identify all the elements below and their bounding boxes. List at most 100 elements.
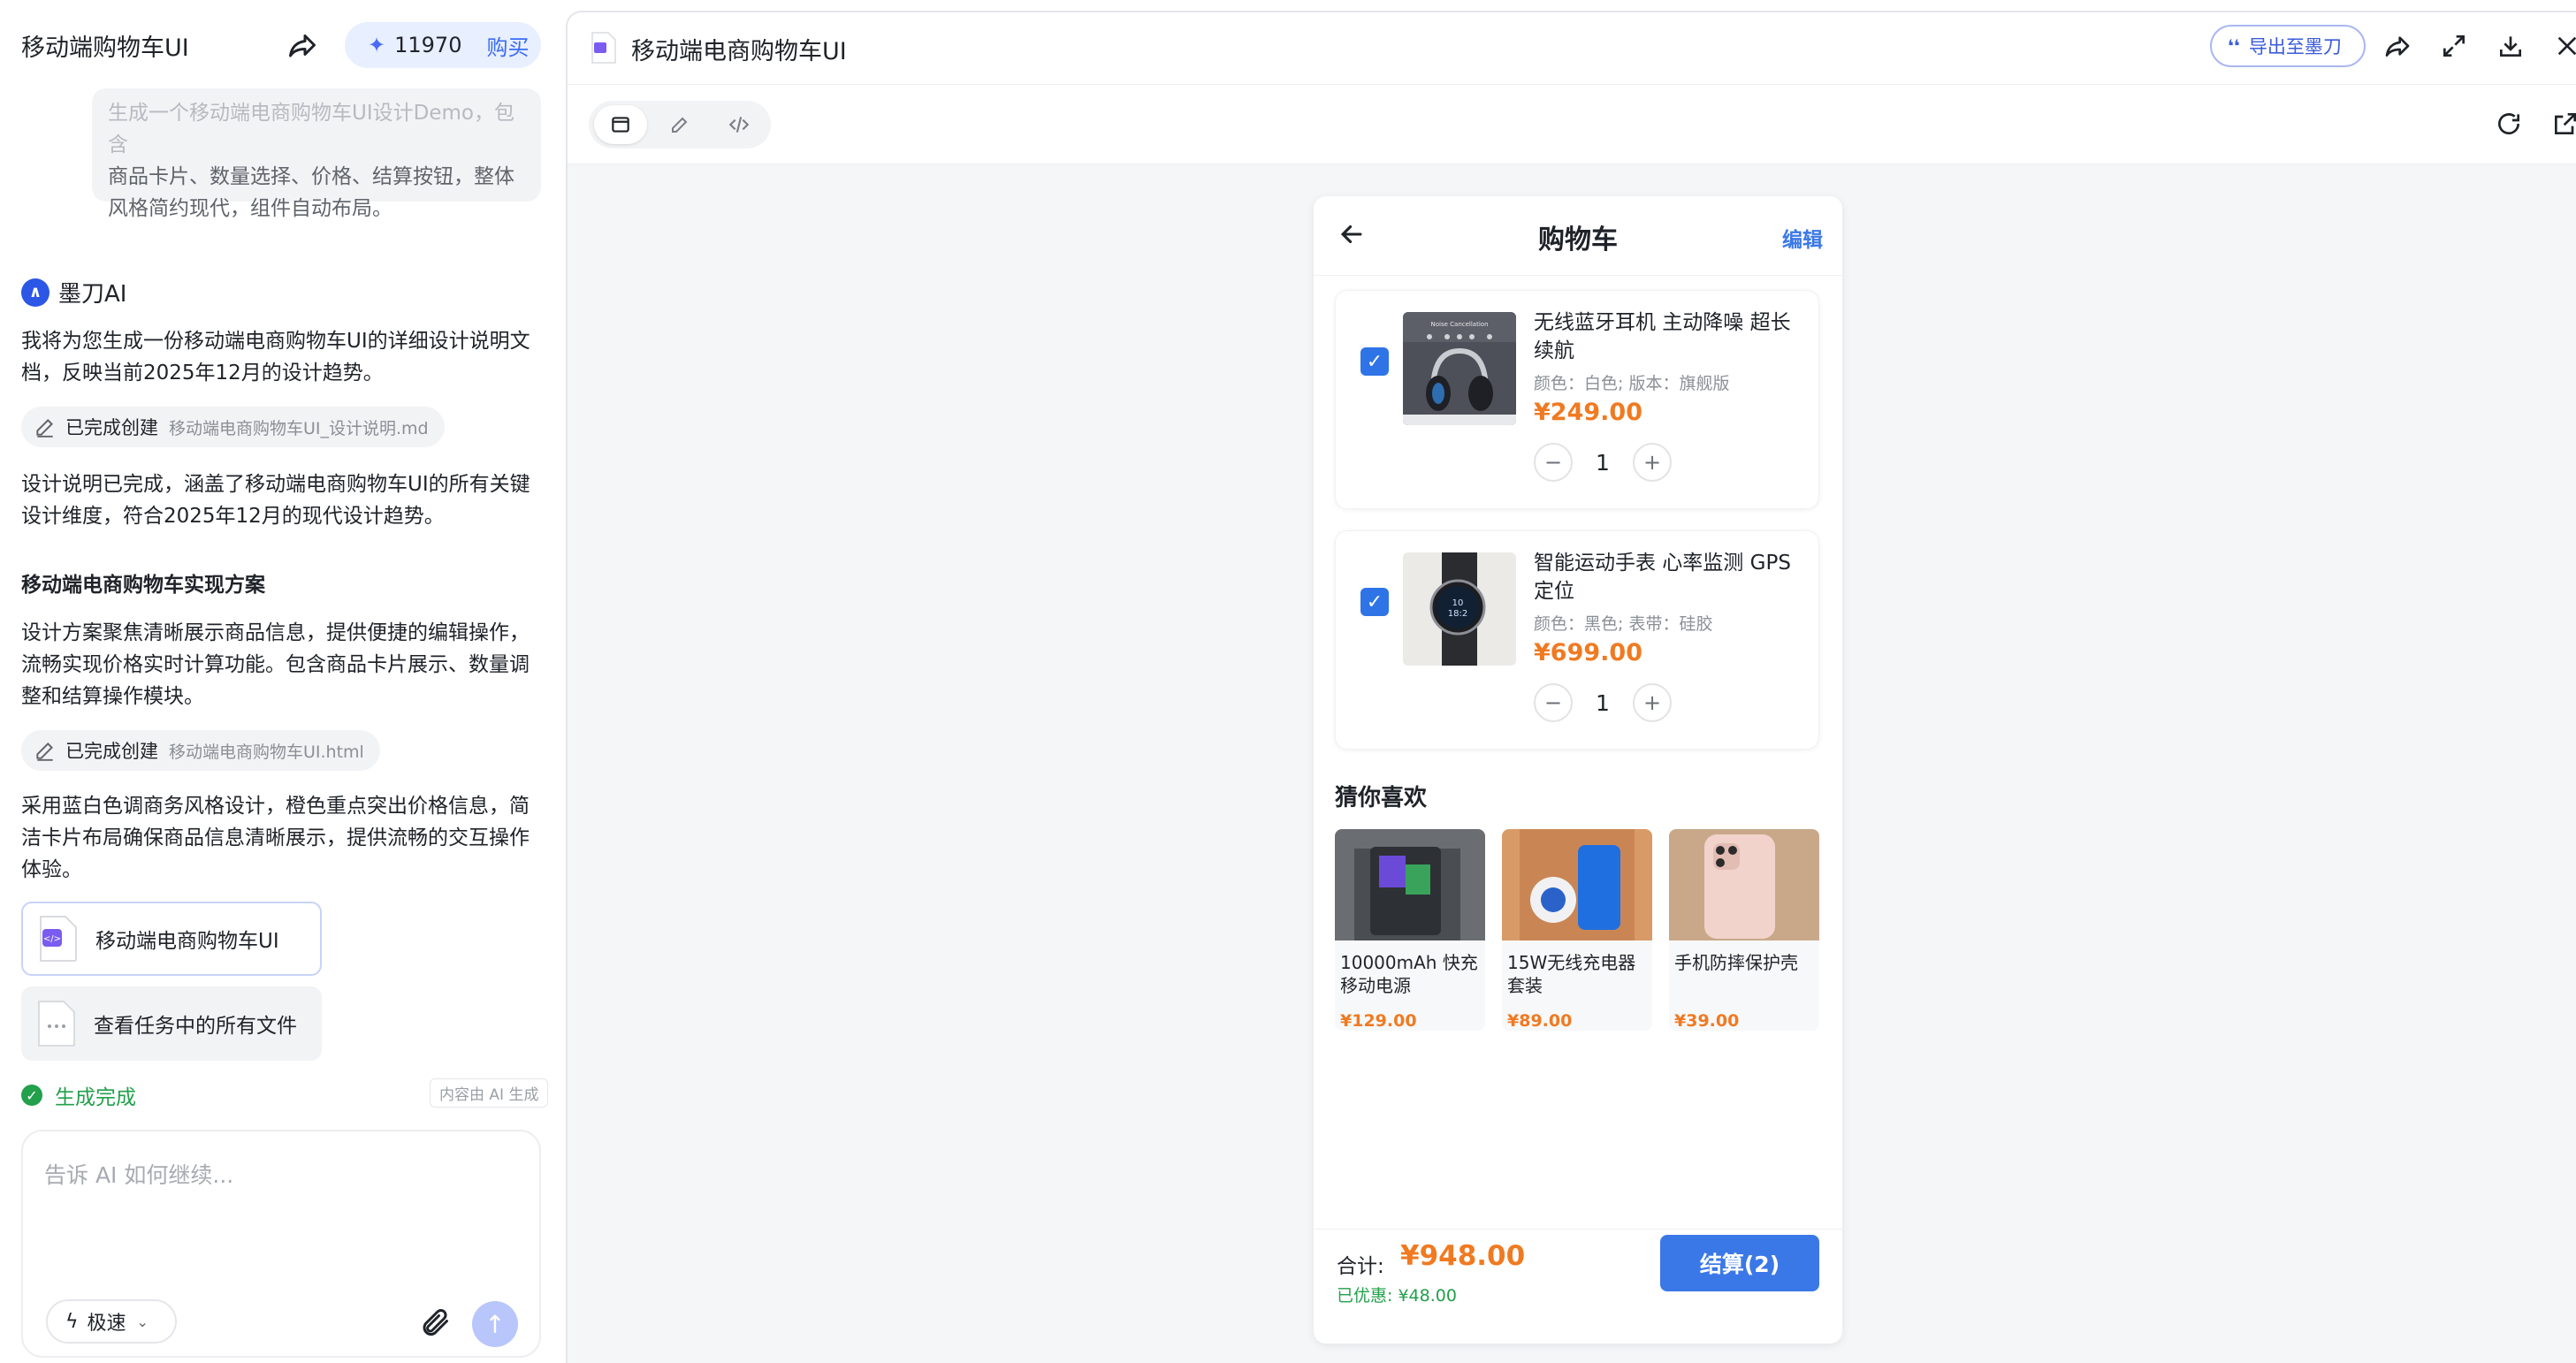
send-button[interactable]: ↑ [472,1301,518,1347]
prompt-faded-line: 生成一个移动端电商购物车UI设计Demo，包含 [108,102,514,156]
assistant-name: 墨刀AI [58,281,127,308]
cart-item-card: ✓ 10 18:2 智能运动手表 心率监测 GPS定位 颜色：黑色; 表带：硅胶… [1335,530,1819,750]
recommendation-card[interactable]: 手机防摔保护壳 ¥39.00 [1669,829,1819,1031]
chat-panel: 移动端购物车UI ✦ 11970 购买 生成一个移动端电商购物车UI设计Demo… [0,0,566,1363]
svg-text:</>: </> [43,934,61,944]
preview-mode-icon [612,117,629,133]
send-icon: ↑ [484,1309,506,1339]
pen-icon [36,419,53,438]
paperclip-icon[interactable] [419,1306,451,1338]
rec-name: 手机防摔保护壳 [1674,952,1798,973]
section-heading: 移动端电商购物车实现方案 [21,574,265,597]
bolt-icon: ϟ [65,1310,79,1333]
minus-icon: − [1543,450,1563,475]
checkbox-icon: ✓ [1366,590,1383,613]
preview-panel: 移动端电商购物车UI ❛❛ 导出至墨刀 购物车 编辑 ✓ Noise Cance… [566,11,2576,1363]
ai-generated-tag: 内容由 AI 生成 [430,1078,549,1108]
plus-icon: + [1642,690,1662,715]
view-mode-switch [589,101,771,148]
composer-placeholder[interactable]: 告诉 AI 如何继续... [44,1158,233,1190]
done-label: 生成完成 [55,1086,136,1109]
assistant-message-1: 我将为您生成一份移动端电商购物车UI的详细设计说明文档，反映当前2025年12月… [21,330,530,385]
chip-filename: 移动端电商购物车UI.html [169,742,364,762]
chevron-down-icon: ⌄ [136,1313,149,1330]
quantity-stepper: − 1 + [1534,443,1672,482]
svg-text:Noise Cancellation: Noise Cancellation [1431,321,1489,328]
view-all-files-card[interactable]: 查看任务中的所有文件 [21,986,322,1061]
preview-canvas: 购物车 编辑 ✓ Noise Cancellation 无线蓝牙耳机 主动降噪 … [568,164,2576,1363]
assistant-message-3: 设计方案聚焦清晰展示商品信息，提供便捷的编辑操作，流畅实现价格实时计算功能。包含… [21,621,530,708]
discount-value: 已优惠: ¥48.00 [1337,1286,1457,1306]
product-image-wireless-charger [1502,829,1652,940]
rec-name: 15W无线充电器套装 [1507,952,1636,996]
refresh-icon[interactable] [2495,110,2523,138]
product-image-phone-case [1669,829,1819,940]
cart-item-card: ✓ Noise Cancellation 无线蓝牙耳机 主动降噪 超长续航 颜色… [1335,290,1819,509]
preview-mode-button[interactable] [594,105,647,144]
cart-footer: 合计: ¥948.00 已优惠: ¥48.00 结算(2) [1314,1229,1842,1344]
item-checkbox[interactable]: ✓ [1360,347,1389,376]
decrease-button[interactable]: − [1534,683,1573,722]
decrease-button[interactable]: − [1534,443,1573,482]
total-label: 合计: [1337,1255,1384,1278]
credit-count: 11970 [394,33,462,57]
share-icon[interactable] [2383,32,2412,60]
close-icon[interactable] [2553,32,2576,60]
chip-filename: 移动端电商购物车UI_设计说明.md [169,418,429,438]
preview-toolbar [568,85,2576,164]
code-mode-button[interactable] [713,105,766,144]
assistant-message-2: 设计说明已完成，涵盖了移动端电商购物车UI的所有关键设计维度，符合2025年12… [21,473,530,528]
html-file-icon: </> [40,916,77,962]
prompt-text: 商品卡片、数量选择、价格、结算按钮，整体风格简约现代，组件自动布局。 [108,165,514,220]
minus-icon: − [1543,690,1563,715]
user-prompt-bubble: 生成一个移动端电商购物车UI设计Demo，包含 商品卡片、数量选择、价格、结算按… [92,88,541,220]
plus-icon: + [1642,450,1662,475]
increase-button[interactable]: + [1633,443,1672,482]
svg-text:18:2: 18:2 [1448,609,1467,619]
recommendations-title: 猜你喜欢 [1335,785,1428,811]
assistant-logo-icon: ∧ [21,278,50,307]
export-label: 导出至墨刀 [2248,36,2342,57]
chat-composer[interactable]: 告诉 AI 如何继续... ϟ 极速 ⌄ ↑ [21,1130,541,1358]
chip-status: 已完成创建 [65,417,158,438]
created-file-chip-md[interactable]: 已完成创建 移动端电商购物车UI_设计说明.md [21,407,445,447]
export-button[interactable]: ❛❛ 导出至墨刀 [2210,25,2366,67]
html-file-icon [591,32,616,64]
item-name[interactable]: 智能运动手表 心率监测 GPS定位 [1534,549,1799,605]
share-icon[interactable] [286,29,318,61]
credits-pill[interactable]: ✦ 11970 购买 [345,22,541,68]
recommendation-card[interactable]: 15W无线充电器套装 ¥89.00 [1502,829,1652,1031]
cart-header: 购物车 编辑 [1314,196,1842,276]
item-name[interactable]: 无线蓝牙耳机 主动降噪 超长续航 [1534,308,1799,365]
edit-button[interactable]: 编辑 [1782,223,1823,253]
preview-title: 移动端电商购物车UI [631,38,847,65]
edit-mode-button[interactable] [653,105,706,144]
recommendation-card[interactable]: 10000mAh 快充移动电源 ¥129.00 [1335,829,1485,1031]
item-price: ¥699.00 [1534,639,1642,666]
fullscreen-icon[interactable] [2440,32,2468,60]
assistant-message-4: 采用蓝白色调商务风格设计，橙色重点突出价格信息，简洁卡片布局确保商品信息清晰展示… [21,795,530,881]
increase-button[interactable]: + [1633,683,1672,722]
item-price: ¥249.00 [1534,399,1642,426]
product-image-headphones: Noise Cancellation [1403,312,1516,425]
open-external-icon[interactable] [2551,110,2576,138]
svg-text:10: 10 [1452,598,1464,608]
item-spec: 颜色：黑色; 表带：硅胶 [1534,614,1713,634]
buy-button[interactable]: 购买 [486,30,529,61]
created-file-chip-html[interactable]: 已完成创建 移动端电商购物车UI.html [21,730,380,771]
cart-title: 购物车 [1538,225,1618,255]
quantity-value: 1 [1596,449,1610,476]
phone-frame: 购物车 编辑 ✓ Noise Cancellation 无线蓝牙耳机 主动降噪 … [1314,196,1842,1344]
artifact-card-html[interactable]: </> 移动端电商购物车UI [21,902,322,976]
download-icon[interactable] [2496,32,2525,60]
generation-status: ✓ 生成完成 [21,1080,136,1110]
item-checkbox[interactable]: ✓ [1360,588,1389,616]
checkout-button[interactable]: 结算(2) [1660,1235,1819,1291]
item-spec: 颜色：白色; 版本：旗舰版 [1534,374,1730,393]
speed-mode-dropdown[interactable]: ϟ 极速 ⌄ [46,1299,177,1344]
quote-icon: ❛❛ [2228,35,2240,57]
file-icon [38,1001,75,1047]
rec-price: ¥129.00 [1340,1011,1417,1031]
pen-icon [672,117,688,133]
sparkle-icon: ✦ [368,33,386,57]
